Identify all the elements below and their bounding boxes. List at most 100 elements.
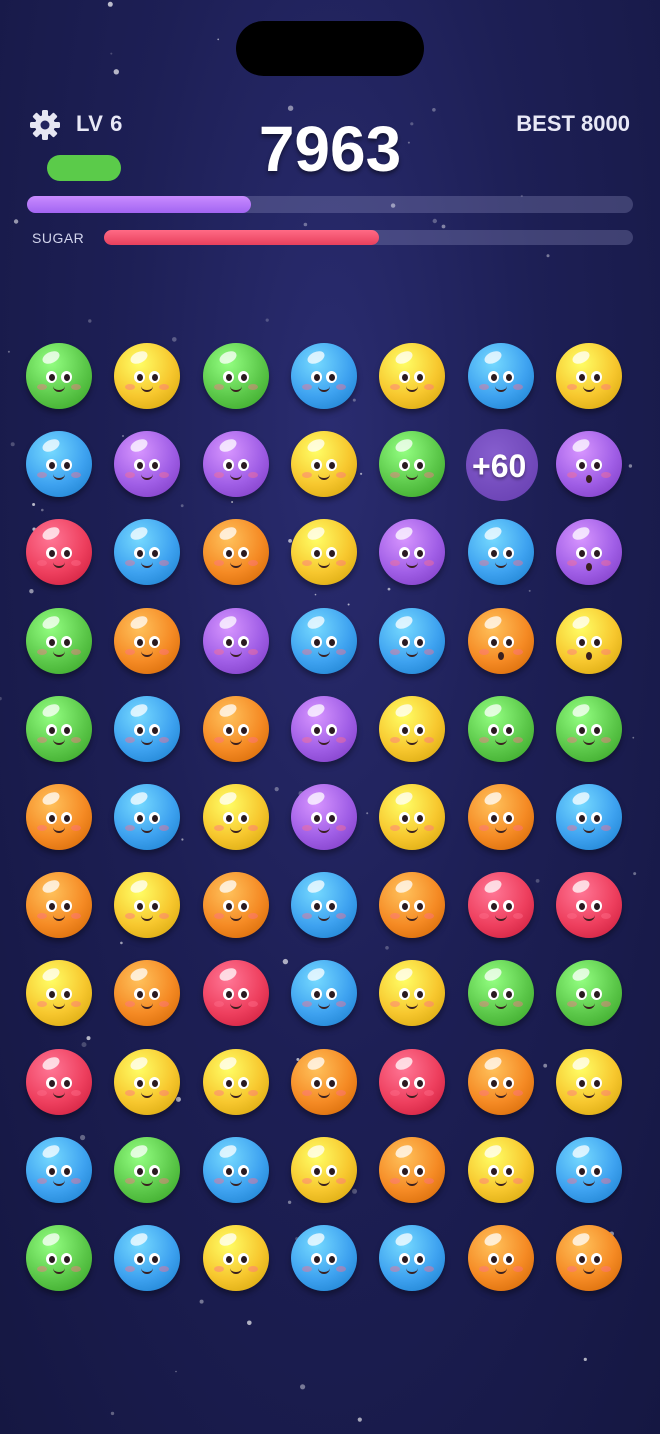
candy-mouth bbox=[582, 1177, 595, 1186]
candy-yellow[interactable] bbox=[26, 960, 92, 1027]
candy-orange[interactable] bbox=[202, 519, 269, 586]
candy-eye bbox=[487, 812, 499, 824]
candy-orange[interactable] bbox=[290, 1048, 357, 1115]
candy-blue[interactable] bbox=[467, 343, 534, 409]
candy-purple[interactable] bbox=[202, 607, 269, 674]
candy-green[interactable] bbox=[555, 960, 622, 1027]
candy-orange[interactable] bbox=[26, 872, 92, 939]
candy-blue[interactable] bbox=[555, 1136, 622, 1203]
candy-purple[interactable] bbox=[379, 519, 446, 586]
candy-highlight bbox=[305, 877, 327, 896]
candy-cheek bbox=[213, 1266, 224, 1272]
candy-yellow[interactable] bbox=[202, 1225, 269, 1291]
candy-blue[interactable] bbox=[114, 1225, 181, 1291]
candy-orange[interactable] bbox=[379, 872, 446, 939]
candy-yellow[interactable] bbox=[290, 431, 357, 498]
candy-yellow[interactable] bbox=[202, 784, 269, 850]
candy-green[interactable] bbox=[26, 1225, 92, 1291]
candy-cheek bbox=[213, 384, 224, 390]
candy-eye bbox=[414, 1253, 426, 1265]
candy-eye bbox=[237, 459, 249, 472]
candy-mouth bbox=[582, 1265, 595, 1274]
candy-orange[interactable] bbox=[202, 695, 269, 762]
candy-orange[interactable] bbox=[467, 1048, 534, 1115]
candy-eye bbox=[61, 988, 72, 1001]
candy-green[interactable] bbox=[26, 607, 92, 674]
candy-yellow[interactable] bbox=[202, 1048, 269, 1115]
candy-orange[interactable] bbox=[467, 1225, 534, 1291]
candy-blue[interactable] bbox=[290, 960, 357, 1027]
candy-purple[interactable] bbox=[202, 431, 269, 498]
candy-red[interactable] bbox=[555, 872, 622, 939]
candy-eye bbox=[46, 371, 57, 383]
candy-red[interactable] bbox=[26, 519, 92, 586]
candy-green[interactable] bbox=[26, 695, 92, 762]
candy-blue[interactable] bbox=[290, 607, 357, 674]
candy-highlight bbox=[482, 877, 503, 896]
candy-green[interactable] bbox=[202, 343, 269, 409]
candy-yellow[interactable] bbox=[379, 343, 446, 409]
candy-yellow[interactable] bbox=[290, 1136, 357, 1203]
candy-orange[interactable] bbox=[114, 607, 181, 674]
candy-yellow[interactable] bbox=[290, 519, 357, 586]
candy-highlight bbox=[393, 436, 415, 455]
candy-yellow[interactable] bbox=[114, 1048, 181, 1115]
candy-purple[interactable] bbox=[290, 784, 357, 850]
candy-red[interactable] bbox=[202, 960, 269, 1027]
candy-orange[interactable] bbox=[114, 960, 181, 1027]
candy-purple[interactable] bbox=[555, 431, 622, 498]
candy-cheek bbox=[478, 913, 489, 920]
candy-cheek bbox=[301, 1177, 312, 1184]
candy-cheek bbox=[159, 825, 170, 831]
candy-yellow[interactable] bbox=[555, 343, 622, 409]
candy-orange[interactable] bbox=[202, 872, 269, 939]
candy-red[interactable] bbox=[379, 1048, 446, 1115]
candy-green[interactable] bbox=[555, 695, 622, 762]
candy-orange[interactable] bbox=[555, 1225, 622, 1291]
candy-yellow[interactable] bbox=[379, 960, 446, 1027]
candy-red[interactable] bbox=[467, 872, 534, 939]
candy-green[interactable] bbox=[467, 960, 534, 1027]
candy-purple[interactable] bbox=[555, 519, 622, 586]
candy-orange[interactable] bbox=[26, 784, 92, 850]
candy-blue[interactable] bbox=[555, 784, 622, 850]
candy-orange[interactable] bbox=[467, 607, 534, 674]
candy-yellow[interactable] bbox=[555, 607, 622, 674]
candy-green[interactable] bbox=[379, 431, 446, 498]
candy-blue[interactable] bbox=[467, 519, 534, 586]
candy-yellow[interactable] bbox=[555, 1048, 622, 1115]
candy-yellow[interactable] bbox=[467, 1136, 534, 1203]
candy-purple[interactable] bbox=[290, 695, 357, 762]
candy-eye bbox=[222, 1164, 234, 1177]
candy-orange[interactable] bbox=[467, 784, 534, 850]
candy-blue[interactable] bbox=[202, 1136, 269, 1203]
candy-yellow[interactable] bbox=[114, 343, 181, 409]
candy-red[interactable] bbox=[26, 1048, 92, 1115]
candy-blue[interactable] bbox=[290, 1225, 357, 1291]
candy-blue[interactable] bbox=[114, 519, 181, 586]
candy-eye bbox=[325, 547, 337, 560]
candy-green[interactable] bbox=[114, 1136, 181, 1203]
candy-yellow[interactable] bbox=[114, 872, 181, 939]
candy-blue[interactable] bbox=[26, 1136, 92, 1203]
candy-cheek bbox=[335, 648, 346, 655]
candy-cheek bbox=[247, 384, 258, 390]
candy-purple[interactable] bbox=[114, 431, 181, 498]
candy-green[interactable] bbox=[26, 343, 92, 409]
candy-cheek bbox=[247, 1001, 258, 1008]
candy-blue[interactable] bbox=[379, 1225, 446, 1291]
candy-orange[interactable] bbox=[379, 1136, 446, 1203]
game-board bbox=[0, 0, 660, 1434]
candy-green[interactable] bbox=[467, 695, 534, 762]
candy-blue[interactable] bbox=[114, 695, 181, 762]
candy-blue[interactable] bbox=[379, 607, 446, 674]
candy-blue[interactable] bbox=[290, 872, 357, 939]
candy-eye bbox=[149, 988, 161, 1001]
candy-blue[interactable] bbox=[26, 431, 92, 498]
candy-yellow[interactable] bbox=[379, 784, 446, 850]
candy-eye bbox=[325, 1253, 337, 1265]
candy-eye bbox=[502, 1164, 514, 1177]
candy-yellow[interactable] bbox=[379, 695, 446, 762]
candy-blue[interactable] bbox=[114, 784, 181, 850]
candy-blue[interactable] bbox=[290, 343, 357, 409]
